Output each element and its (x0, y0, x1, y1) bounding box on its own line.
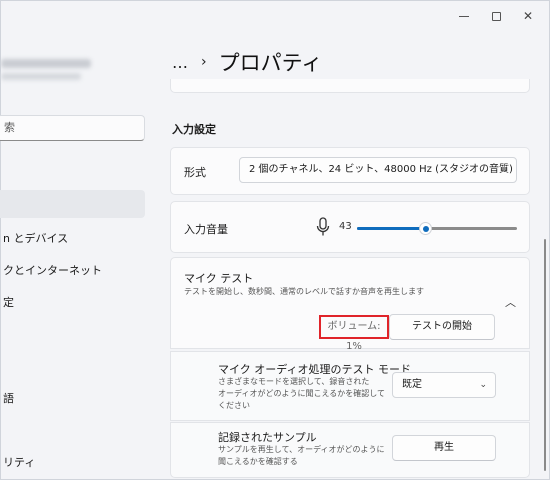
account-email-blurred (1, 73, 81, 80)
audio-mode-card: マイク オーディオ処理のテスト モード さまざまなモードを選択して、録音された … (170, 351, 530, 421)
format-dropdown[interactable]: 2 個のチャネル、24 ビット、48000 Hz (スタジオの音質) ⌄ (239, 157, 517, 183)
recorded-sample-description-1: サンプルを再生して、オーディオがどのように (218, 445, 385, 454)
input-volume-value: 43 (339, 221, 352, 232)
sidebar-item-accessibility[interactable]: リティ (3, 454, 35, 470)
audio-mode-description-1: さまざまなモードを選択して、録音された (218, 377, 370, 386)
format-label: 形式 (184, 166, 206, 179)
start-test-button[interactable]: テストの開始 (389, 314, 495, 340)
account-name-blurred (1, 59, 91, 68)
breadcrumb: … › プロパティ (172, 47, 322, 77)
sidebar-item-selected[interactable] (0, 190, 145, 218)
maximize-button[interactable] (479, 5, 513, 27)
minimize-button[interactable] (447, 5, 481, 27)
sidebar-item-network[interactable]: クとインターネット (3, 262, 102, 278)
audio-mode-description-2: オーディオがどのように聞こえるかを確認して (218, 389, 385, 398)
microphone-icon (316, 217, 330, 236)
sidebar-item-personalization[interactable]: 定 (3, 294, 14, 310)
chevron-down-icon: ⌄ (500, 165, 508, 175)
close-icon: ✕ (522, 9, 534, 23)
search-input[interactable]: 索 (0, 115, 145, 141)
scrollbar[interactable] (544, 239, 546, 471)
more-icon[interactable]: … (172, 53, 189, 72)
input-volume-card: 入力音量 43 (170, 201, 530, 253)
sidebar-item-devices[interactable]: n とデバイス (3, 230, 68, 246)
format-dropdown-value: 2 個のチャネル、24 ビット、48000 Hz (スタジオの音質) (249, 164, 513, 175)
volume-readout: ボリューム: 1% (319, 315, 389, 352)
chevron-right-icon: › (201, 54, 207, 70)
sidebar-item-language[interactable]: 語 (3, 390, 14, 406)
recorded-sample-card: 記録されたサンプル サンプルを再生して、オーディオがどのように 聞こえるかを確認… (170, 422, 530, 478)
audio-mode-title: マイク オーディオ処理のテスト モード (218, 363, 412, 376)
maximize-icon (491, 11, 501, 21)
play-button[interactable]: 再生 (392, 435, 496, 461)
sidebar: 索 n とデバイス クとインターネット 定 語 リティ (0, 1, 151, 480)
input-volume-slider-thumb[interactable] (419, 222, 432, 235)
search-input-text: 索 (4, 121, 15, 134)
audio-mode-dropdown[interactable]: 既定 ⌄ (392, 372, 496, 398)
mic-test-title: マイク テスト (184, 272, 254, 285)
audio-mode-dropdown-value: 既定 (402, 379, 422, 390)
minimize-icon (459, 15, 469, 17)
chevron-down-icon: ⌄ (479, 380, 487, 390)
input-volume-label: 入力音量 (184, 223, 228, 236)
recorded-sample-description-2: 聞こえるかを確認する (218, 457, 298, 466)
recorded-sample-title: 記録されたサンプル (218, 431, 317, 444)
audio-mode-description-3: ください (218, 401, 250, 410)
format-card: 形式 2 個のチャネル、24 ビット、48000 Hz (スタジオの音質) ⌄ (170, 147, 530, 195)
chevron-up-icon[interactable]: ︿ (505, 294, 516, 310)
previous-card-edge (170, 79, 530, 93)
page-title: プロパティ (218, 51, 323, 75)
mic-test-description: テストを開始し、数秒間、通常のレベルで話すか音声を再生します (184, 287, 424, 296)
settings-window: ✕ 索 n とデバイス クとインターネット 定 語 リティ … › プロパティ … (0, 0, 550, 480)
section-title-input-settings: 入力設定 (172, 123, 216, 136)
close-button[interactable]: ✕ (511, 5, 545, 27)
input-volume-slider[interactable] (357, 227, 517, 230)
input-volume-slider-fill (357, 227, 426, 230)
